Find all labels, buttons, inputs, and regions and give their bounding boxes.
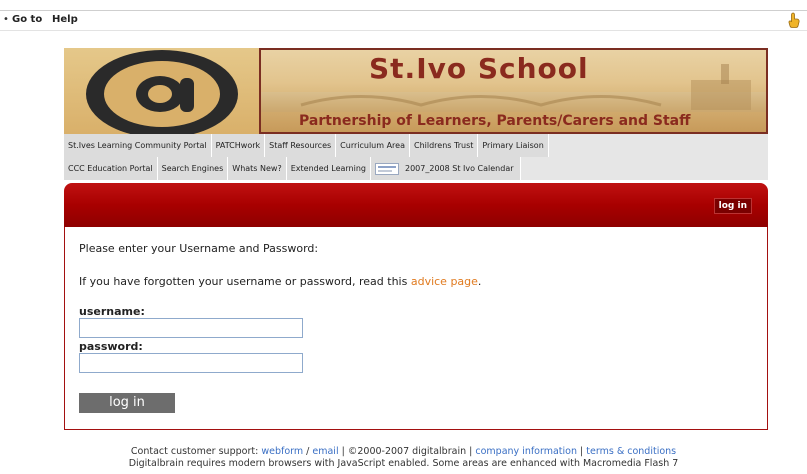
calendar-label: 2007_2008 St Ivo Calendar <box>405 164 514 173</box>
menubar-bullet: • <box>3 14 9 25</box>
footer-line-2: Digitalbrain requires modern browsers wi… <box>128 458 679 469</box>
nav-row-1: St.Ives Learning Community Portal PATCHw… <box>64 134 549 157</box>
school-header-image: St.Ivo School Partnership of Learners, P… <box>259 48 768 134</box>
advice-page-link[interactable]: advice page <box>411 275 478 288</box>
login-button[interactable]: log in <box>79 393 175 413</box>
nav-link-whats-new[interactable]: Whats New? <box>228 157 287 180</box>
username-field[interactable] <box>79 318 303 338</box>
footer: Contact customer support: webform / emai… <box>0 446 807 470</box>
username-label: username: <box>79 305 145 318</box>
nav-link-childrens-trust[interactable]: Childrens Trust <box>410 134 479 157</box>
webform-link[interactable]: webform <box>261 446 303 457</box>
nav-link-patchwork[interactable]: PATCHwork <box>211 134 266 157</box>
copyright-text: ©2000-2007 digitalbrain <box>347 446 467 457</box>
footer-sep-2: | <box>469 446 473 457</box>
calendar-thumbnail-icon <box>375 162 399 175</box>
forgot-period: . <box>477 275 482 288</box>
support-prefix: Contact customer support: <box>130 446 259 457</box>
nav-link-staff-resources[interactable]: Staff Resources <box>265 134 337 157</box>
terms-link[interactable]: terms & conditions <box>586 446 676 457</box>
footer-sep-1: | <box>341 446 345 457</box>
email-link[interactable]: email <box>312 446 338 457</box>
nav-link-calendar[interactable]: 2007_2008 St Ivo Calendar <box>371 157 521 180</box>
footer-line-1: Contact customer support: webform / emai… <box>0 446 807 458</box>
forgot-message: If you have forgotten your username or p… <box>79 275 408 288</box>
password-field[interactable] <box>79 353 303 373</box>
footer-sep-3: | <box>580 446 584 457</box>
login-prompt: Please enter your Username and Password: <box>79 242 319 255</box>
school-tagline: Partnership of Learners, Parents/Carers … <box>299 113 691 129</box>
menu-go-to[interactable]: Go to <box>12 14 42 25</box>
portal-nav: St.Ives Learning Community Portal PATCHw… <box>64 134 768 180</box>
nav-link-extended-learning[interactable]: Extended Learning <box>286 157 371 180</box>
page: • Go to Help St.Ivo School Partnership o… <box>0 0 807 474</box>
nav-link-search-engines[interactable]: Search Engines <box>157 157 229 180</box>
forgot-text: If you have forgotten your username or p… <box>79 275 481 288</box>
nav-link-curriculum-area[interactable]: Curriculum Area <box>336 134 410 157</box>
school-name: St.Ivo School <box>369 52 589 85</box>
nav-link-community-portal[interactable]: St.Ives Learning Community Portal <box>64 134 212 157</box>
at-symbol-icon <box>86 50 238 134</box>
menu-help[interactable]: Help <box>52 14 78 25</box>
login-panel-header: log in <box>64 183 768 227</box>
login-panel: Please enter your Username and Password:… <box>64 227 768 430</box>
menubar-divider <box>0 10 807 11</box>
hand-pointer-icon[interactable] <box>787 12 801 28</box>
nav-row-2: CCC Education Portal Search Engines What… <box>64 157 521 180</box>
footer-slash: / <box>306 446 310 457</box>
header-login-link[interactable]: log in <box>713 198 752 214</box>
nav-link-ccc-education-portal[interactable]: CCC Education Portal <box>64 157 158 180</box>
at-logo <box>64 48 259 134</box>
school-banner: St.Ivo School Partnership of Learners, P… <box>64 48 768 134</box>
nav-link-primary-liaison[interactable]: Primary Liaison <box>478 134 549 157</box>
password-label: password: <box>79 340 143 353</box>
company-information-link[interactable]: company information <box>475 446 577 457</box>
browser-menubar: • Go to Help <box>0 0 807 31</box>
